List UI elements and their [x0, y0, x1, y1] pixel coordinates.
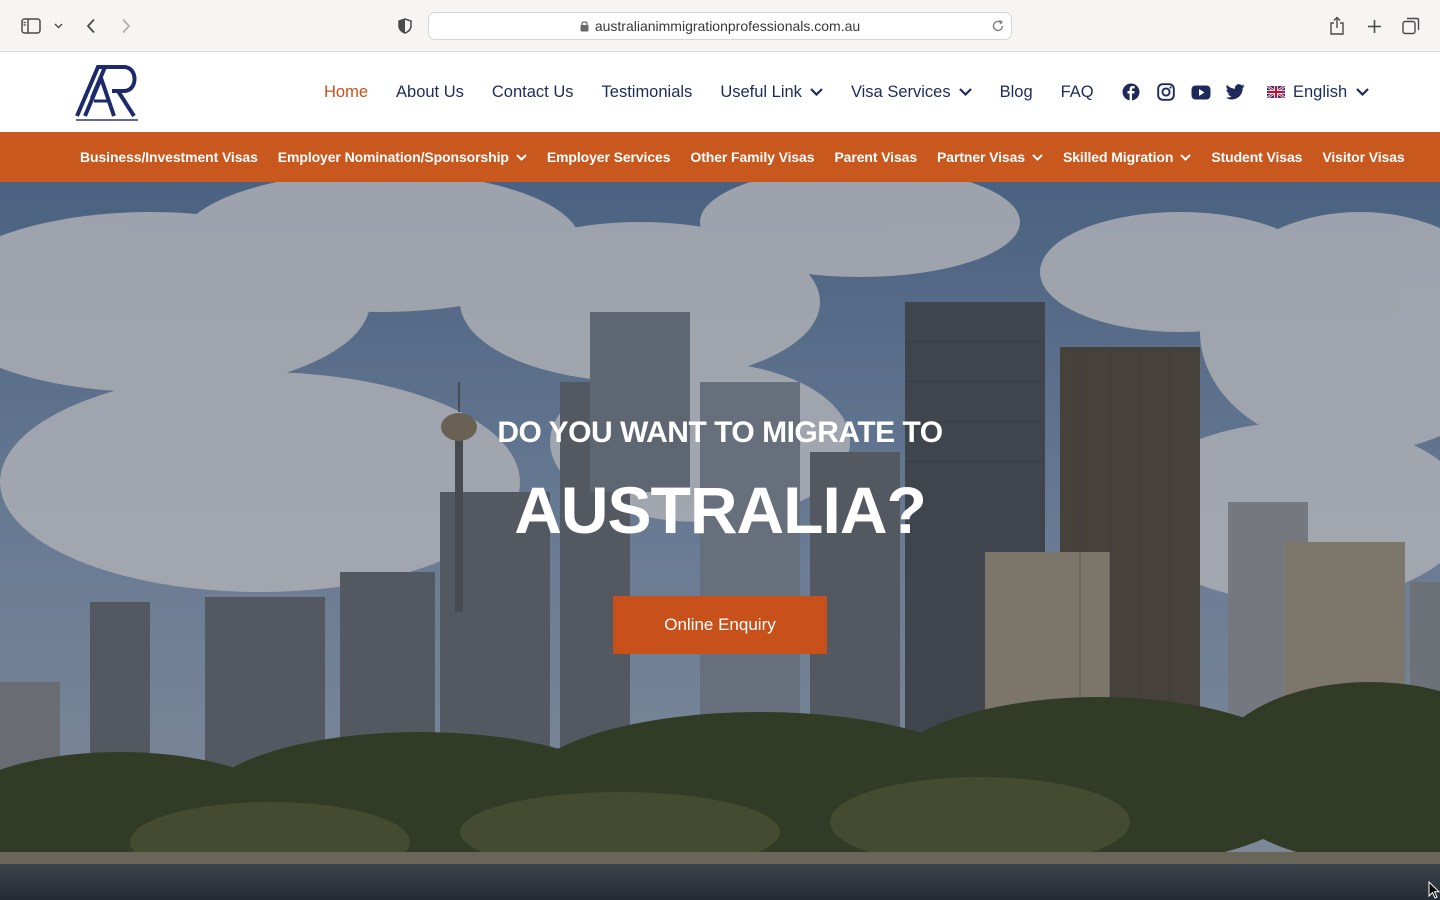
- visa-nav-business-investment[interactable]: Business/Investment Visas: [80, 149, 258, 165]
- nav-useful-link[interactable]: Useful Link: [720, 83, 823, 102]
- instagram-icon[interactable]: [1155, 80, 1176, 104]
- visa-nav-student[interactable]: Student Visas: [1211, 149, 1302, 165]
- facebook-icon[interactable]: [1120, 80, 1141, 104]
- hero-section: DO YOU WANT TO MIGRATE TO AUSTRALIA? Onl…: [0, 182, 1440, 900]
- nav-contact-us[interactable]: Contact Us: [492, 83, 574, 102]
- nav-faq[interactable]: FAQ: [1061, 83, 1094, 102]
- reload-icon[interactable]: [991, 19, 1005, 33]
- visa-nav-employer-nomination-label: Employer Nomination/Sponsorship: [277, 149, 509, 165]
- nav-useful-link-label: Useful Link: [720, 82, 802, 101]
- chevron-down-icon: [1180, 153, 1192, 161]
- forward-icon[interactable]: [117, 12, 135, 40]
- twitter-icon[interactable]: [1225, 80, 1246, 104]
- nav-home[interactable]: Home: [324, 83, 368, 102]
- visa-nav-parent[interactable]: Parent Visas: [834, 149, 917, 165]
- visa-nav-partner-label: Partner Visas: [937, 149, 1025, 165]
- shield-icon[interactable]: [396, 12, 414, 40]
- visa-nav-skilled-migration[interactable]: Skilled Migration: [1063, 149, 1192, 165]
- visa-nav-employer-services[interactable]: Employer Services: [547, 149, 671, 165]
- hero-subtitle: DO YOU WANT TO MIGRATE TO: [497, 416, 943, 449]
- chevron-down-icon: [1356, 88, 1369, 96]
- site-logo[interactable]: [74, 61, 142, 125]
- visa-nav: Business/Investment Visas Employer Nomin…: [0, 132, 1440, 182]
- nav-about-us[interactable]: About Us: [396, 83, 464, 102]
- url-text: australianimmigrationprofessionals.com.a…: [594, 18, 861, 34]
- lock-icon: [580, 20, 589, 32]
- new-tab-icon[interactable]: [1364, 12, 1384, 40]
- visa-nav-partner[interactable]: Partner Visas: [937, 149, 1043, 165]
- nav-blog[interactable]: Blog: [1000, 83, 1033, 102]
- mouse-cursor-icon: [1428, 880, 1440, 900]
- chevron-down-icon: [810, 88, 823, 96]
- nav-testimonials[interactable]: Testimonials: [602, 83, 693, 102]
- visa-nav-visitor[interactable]: Visitor Visas: [1322, 149, 1404, 165]
- social-links: [1120, 80, 1246, 104]
- youtube-icon[interactable]: [1190, 80, 1211, 104]
- chevron-down-icon: [1032, 153, 1043, 161]
- share-icon[interactable]: [1327, 12, 1347, 40]
- hero-title: AUSTRALIA?: [514, 473, 927, 547]
- language-selector[interactable]: English: [1267, 52, 1369, 132]
- tab-overview-icon[interactable]: [1401, 12, 1421, 40]
- nav-visa-services[interactable]: Visa Services: [851, 83, 972, 102]
- site-header: Home About Us Contact Us Testimonials Us…: [0, 52, 1440, 132]
- chevron-down-icon[interactable]: [52, 12, 64, 40]
- main-nav: Home About Us Contact Us Testimonials Us…: [324, 52, 1122, 132]
- online-enquiry-button[interactable]: Online Enquiry: [613, 596, 827, 654]
- nav-visa-services-label: Visa Services: [850, 82, 951, 101]
- visa-nav-employer-nomination[interactable]: Employer Nomination/Sponsorship: [278, 149, 527, 165]
- uk-flag-icon: [1267, 86, 1285, 98]
- address-bar[interactable]: australianimmigrationprofessionals.com.a…: [428, 12, 1012, 40]
- chevron-down-icon: [958, 88, 972, 96]
- chevron-down-icon: [516, 153, 527, 161]
- sidebar-icon[interactable]: [20, 12, 42, 40]
- language-label: English: [1293, 82, 1348, 101]
- browser-toolbar: australianimmigrationprofessionals.com.a…: [0, 0, 1440, 52]
- visa-nav-skilled-migration-label: Skilled Migration: [1063, 149, 1174, 165]
- back-icon[interactable]: [82, 12, 100, 40]
- visa-nav-other-family[interactable]: Other Family Visas: [690, 149, 814, 165]
